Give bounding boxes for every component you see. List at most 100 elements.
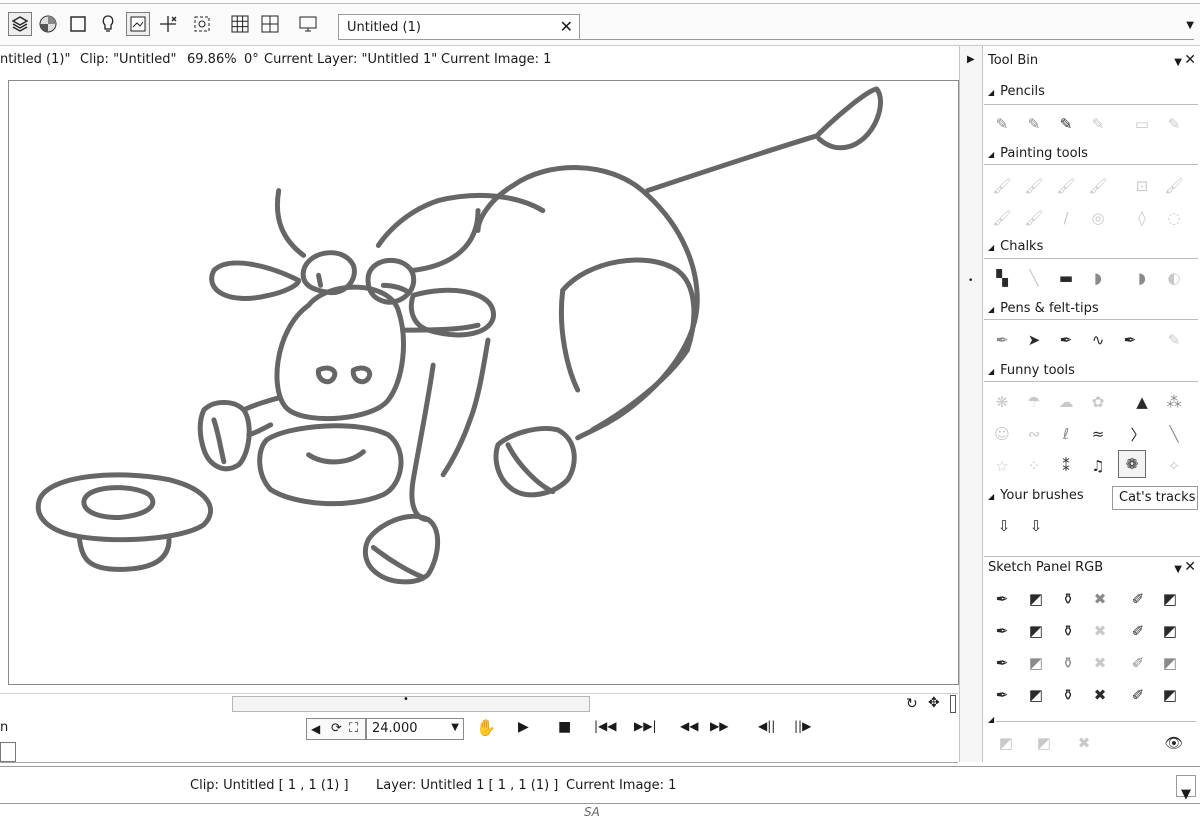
funny-tool-icon[interactable]: ⁘ <box>1020 452 1048 480</box>
clear-icon[interactable]: ✖ <box>1070 729 1098 757</box>
loop-icon[interactable]: ⟳ <box>331 721 342 736</box>
clear-icon[interactable]: ✖ <box>1086 585 1114 613</box>
spray-tool-icon[interactable]: ⊡ <box>1128 172 1156 200</box>
rewind-icon[interactable]: ◀◀ <box>680 719 698 733</box>
close-icon[interactable]: ✕ <box>1184 52 1196 68</box>
pencil-tool-icon[interactable]: ✎ <box>1020 110 1048 138</box>
eraser-icon[interactable]: ◩ <box>1156 681 1184 709</box>
music-note-tool-icon[interactable]: ♫ <box>1084 452 1112 480</box>
pen-tool-icon[interactable]: ∿ <box>1084 326 1112 354</box>
pen-icon[interactable]: ✐ <box>1124 681 1152 709</box>
pen-icon[interactable]: ✒ <box>988 617 1016 645</box>
splitter-handle[interactable]: • <box>968 276 973 286</box>
expand-icon[interactable]: ◢ <box>988 715 994 724</box>
pen-icon[interactable]: ✒ <box>988 585 1016 613</box>
eraser-icon[interactable]: ◩ <box>1156 649 1184 677</box>
funny-tool-icon[interactable]: ☂ <box>1020 388 1048 416</box>
funny-tool-icon[interactable]: ☆ <box>988 452 1016 480</box>
paw-icon[interactable]: ❁ <box>1118 450 1146 478</box>
fit-icon[interactable]: ⛶ <box>349 721 358 736</box>
drawing-canvas[interactable] <box>8 80 959 685</box>
funny-tool-icon[interactable]: ✧ <box>1160 452 1188 480</box>
horizontal-scrollbar[interactable]: • <box>232 694 590 712</box>
pen-tool-icon[interactable]: ➤ <box>1020 326 1048 354</box>
chalk-tool-icon[interactable]: ◗ <box>1128 264 1156 292</box>
section-your-brushes[interactable]: ◢ Your brushes <box>988 488 1084 503</box>
section-chalks[interactable]: ◢ Chalks <box>988 239 1043 254</box>
brush-tool-icon[interactable]: 🖌 <box>1084 172 1112 200</box>
section-pens-felt-tips[interactable]: ◢ Pens & felt-tips <box>988 301 1099 316</box>
fast-forward-icon[interactable]: ▶▶ <box>710 719 728 733</box>
stop-icon[interactable]: ■ <box>558 719 571 735</box>
hair-tool-icon[interactable]: ☺ <box>988 420 1016 448</box>
eraser-icon[interactable]: ◩ <box>1022 617 1050 645</box>
fps-select[interactable]: 24.000 ▼ <box>366 718 464 740</box>
export-brush-icon[interactable]: ⇩ <box>1022 512 1050 540</box>
chalk-tool-icon[interactable]: ▬ <box>1052 264 1080 292</box>
sound-icon[interactable]: ◀ <box>311 722 320 736</box>
section-pencils[interactable]: ◢ Pencils <box>988 84 1045 99</box>
pen-icon[interactable]: ✒ <box>988 681 1016 709</box>
sponge-tool-icon[interactable]: ◎ <box>1084 204 1112 232</box>
brush-tool-icon[interactable]: 🖌 <box>988 204 1016 232</box>
scroll-thumb[interactable]: • <box>403 694 409 705</box>
chevron-down-icon[interactable]: ▼ <box>1186 20 1194 31</box>
grid-icon[interactable] <box>228 12 252 36</box>
eraser-icon[interactable]: ◩ <box>1022 649 1050 677</box>
pen-icon[interactable]: ✐ <box>1124 585 1152 613</box>
clear-icon[interactable]: ✖ <box>1086 681 1114 709</box>
eraser-icon[interactable]: ◩ <box>1156 617 1184 645</box>
pencil-tool-icon[interactable]: ✎ <box>988 110 1016 138</box>
ink-bottle-icon[interactable]: ⚱ <box>1054 617 1082 645</box>
expand-panel-icon[interactable]: ▶ <box>967 54 975 65</box>
next-frame-icon[interactable]: ||▶ <box>794 719 811 733</box>
play-icon[interactable]: ▶ <box>518 719 529 735</box>
pencil-tool-icon[interactable]: ✎ <box>1052 110 1080 138</box>
document-tab[interactable]: Untitled (1) ✕ <box>338 14 580 40</box>
hand-icon[interactable]: ✋ <box>476 718 496 737</box>
transform-icon[interactable] <box>156 12 180 36</box>
clear-icon[interactable]: ✖ <box>1086 649 1114 677</box>
chalk-tool-icon[interactable]: ◐ <box>1160 264 1188 292</box>
clear-icon[interactable]: ✖ <box>1086 617 1114 645</box>
close-icon[interactable]: ✕ <box>560 17 573 36</box>
chalk-tool-icon[interactable]: ◗ <box>1084 264 1112 292</box>
pen-tool-icon[interactable]: ✒ <box>1052 326 1080 354</box>
ink-bottle-icon[interactable]: ⚱ <box>1054 585 1082 613</box>
eraser-icon[interactable]: ◩ <box>1022 681 1050 709</box>
thumbnail-view-icon[interactable] <box>126 12 150 36</box>
rectangle-icon[interactable] <box>66 12 90 36</box>
cloud-tool-icon[interactable]: ☁ <box>1052 388 1080 416</box>
rain-tool-icon[interactable]: ≈ <box>1084 420 1112 448</box>
grass-tool-icon[interactable]: ⁂ <box>1160 388 1188 416</box>
monitor-icon[interactable] <box>296 12 320 36</box>
chevron-tool-icon[interactable]: 〉 <box>1124 420 1152 448</box>
pen-icon[interactable]: ✒ <box>988 649 1016 677</box>
eraser-icon[interactable]: ◩ <box>1022 585 1050 613</box>
layers-icon[interactable] <box>8 12 32 36</box>
color-wheel-icon[interactable] <box>36 12 60 36</box>
close-icon[interactable]: ✕ <box>1184 559 1196 575</box>
brush-tool-icon[interactable]: / <box>1052 204 1080 232</box>
pen-icon[interactable]: ✐ <box>1124 649 1152 677</box>
funny-tool-icon[interactable]: ❋ <box>988 388 1016 416</box>
rotate-icon[interactable]: ↻ <box>906 696 918 712</box>
funny-tool-icon[interactable]: ✿ <box>1084 388 1112 416</box>
first-frame-icon[interactable]: |◀◀ <box>594 719 617 733</box>
prev-frame-icon[interactable]: ◀|| <box>758 719 775 733</box>
line-tool-icon[interactable]: ╲ <box>1160 420 1188 448</box>
selection-frame-icon[interactable] <box>190 12 214 36</box>
light-bulb-icon[interactable] <box>96 12 120 36</box>
chalk-tool-icon[interactable]: ▚ <box>988 264 1016 292</box>
section-funny-tools[interactable]: ◢ Funny tools <box>988 363 1075 378</box>
eye-icon[interactable]: 👁 <box>1160 729 1188 757</box>
brush-tool-icon[interactable]: 🖌 <box>1020 172 1048 200</box>
split-view-icon[interactable] <box>258 12 282 36</box>
chevron-down-icon[interactable]: ▼ <box>1174 564 1182 575</box>
last-frame-icon[interactable]: ▶▶| <box>634 719 657 733</box>
tree-tool-icon[interactable]: ▲ <box>1128 388 1156 416</box>
eraser-icon[interactable]: ◩ <box>992 729 1020 757</box>
blur-tool-icon[interactable]: ◌ <box>1160 204 1188 232</box>
pen-tool-icon[interactable]: ✒ <box>1116 326 1144 354</box>
eraser-icon[interactable]: ◩ <box>1156 585 1184 613</box>
